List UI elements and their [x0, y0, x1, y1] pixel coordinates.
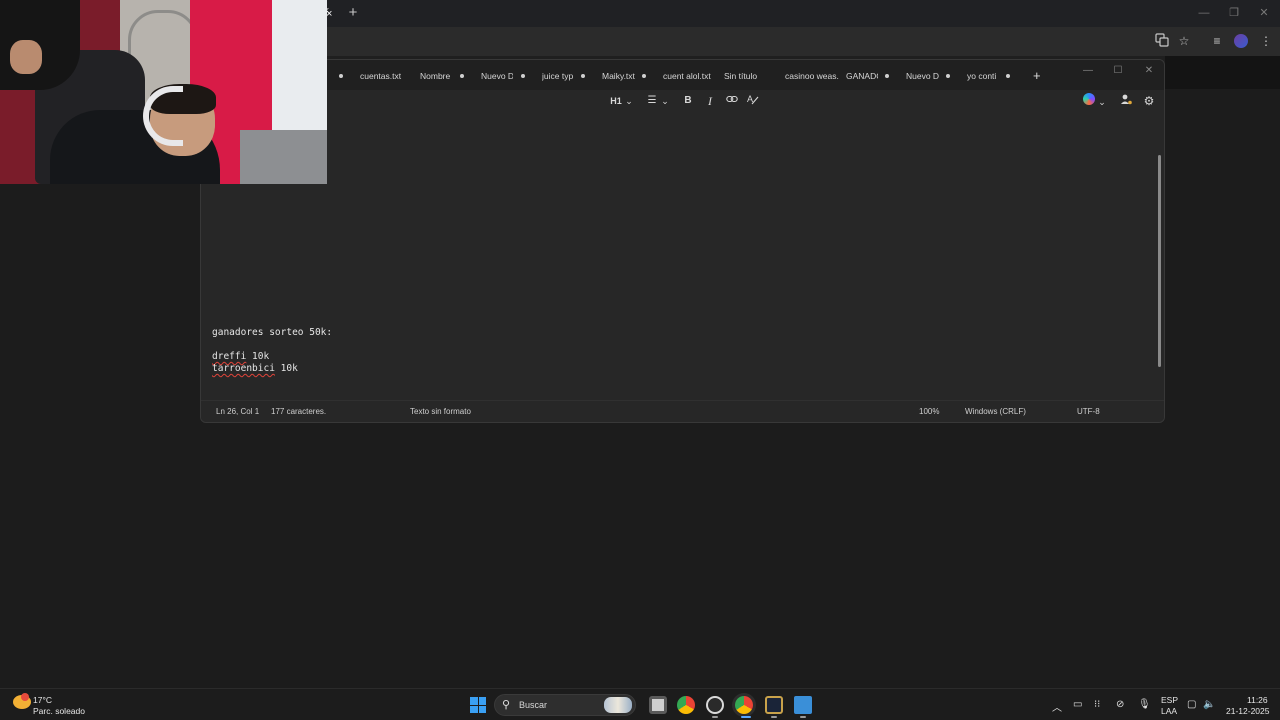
running-indicator: [800, 716, 806, 718]
webcam-overlay: [0, 0, 327, 184]
tab-nuevo-2[interactable]: Nuevo D: [906, 68, 939, 84]
text-line: dreffi 10k: [212, 351, 269, 362]
notepad-maximize-button[interactable]: ☐: [1111, 64, 1125, 78]
copilot-icon[interactable]: [1083, 93, 1095, 105]
unsaved-dot: [339, 74, 343, 78]
microphone-icon[interactable]: 🎙: [1138, 699, 1151, 710]
tab-yo-conti[interactable]: yo conti: [967, 68, 1000, 84]
browser-maximize-button[interactable]: ❐: [1227, 6, 1241, 20]
webcam-hand: [10, 40, 42, 74]
chrome-icon[interactable]: [677, 696, 695, 714]
tab-nuevo-1[interactable]: Nuevo D: [481, 68, 513, 84]
tab-nombre[interactable]: Nombre: [420, 68, 454, 84]
browser-minimize-button[interactable]: —: [1197, 6, 1211, 20]
unsaved-dot: [885, 74, 889, 78]
search-label: Buscar: [519, 700, 548, 710]
tab-maiky[interactable]: Maiky.txt: [602, 68, 636, 84]
unsaved-dot: [460, 74, 464, 78]
keyboard-layout[interactable]: LAA: [1161, 706, 1177, 716]
unsaved-dot: [642, 74, 646, 78]
weather-badge: [21, 693, 29, 701]
new-tab-button[interactable]: +: [345, 4, 361, 22]
clear-formatting-icon[interactable]: A: [746, 93, 760, 109]
text-editor[interactable]: ganadores sorteo 50k: dreffi 10k tarroen…: [201, 114, 1164, 399]
cursor-position: Ln 26, Col 1: [216, 407, 260, 416]
apps-grid-icon[interactable]: ⁝⁝: [1094, 699, 1100, 710]
temperature[interactable]: 17°C: [33, 695, 52, 705]
text-line: tarroenbici 10k: [212, 363, 298, 374]
svg-text:A: A: [747, 94, 753, 104]
unsaved-dot: [1006, 74, 1010, 78]
notepad-window: cuentas.txt Nombre Nuevo D juice typ Mai…: [200, 59, 1165, 423]
status-bar: Ln 26, Col 1 177 caracteres. Texto sin f…: [201, 400, 1164, 422]
copilot-chevron-icon[interactable]: ⌄: [1097, 94, 1107, 110]
notepad-taskbar-icon[interactable]: [794, 696, 812, 714]
bookmark-star-icon[interactable]: ☆: [1176, 33, 1192, 49]
device-icon[interactable]: ▭: [1073, 699, 1082, 710]
league-client-icon[interactable]: [765, 696, 783, 714]
amount-text: 10k: [274, 363, 298, 374]
line-endings[interactable]: Windows (CRLF): [965, 407, 1026, 416]
taskbar-search[interactable]: ⚲ Buscar: [494, 694, 636, 716]
weather-condition[interactable]: Parc. soleado: [33, 706, 85, 716]
heading-button[interactable]: H1: [609, 93, 623, 109]
unsaved-dot: [581, 74, 585, 78]
tab-casinoo[interactable]: casinoo weas.t: [785, 68, 839, 84]
amount-text: 10k: [246, 351, 270, 362]
running-indicator: [712, 716, 718, 718]
text-line: ganadores sorteo 50k:: [212, 327, 333, 338]
profile-avatar[interactable]: [1234, 34, 1248, 48]
notepad-minimize-button[interactable]: —: [1081, 64, 1095, 78]
taskbar: 17°C Parc. soleado ⚲ Buscar ︿ ▭ ⁝⁝ ⊘ 🎙 E…: [0, 688, 1280, 720]
link-icon[interactable]: [725, 93, 739, 109]
media-control-icon[interactable]: ≡: [1209, 33, 1225, 49]
chrome-active-icon[interactable]: [735, 696, 753, 714]
clock-time[interactable]: 11:26: [1247, 695, 1268, 705]
task-view-icon[interactable]: [649, 696, 667, 714]
encoding[interactable]: UTF-8: [1077, 407, 1100, 416]
bold-button[interactable]: B: [682, 93, 694, 109]
tab-juice[interactable]: juice typ: [542, 68, 575, 84]
zoom-level[interactable]: 100%: [919, 407, 939, 416]
vertical-scrollbar[interactable]: [1158, 155, 1161, 367]
volume-icon[interactable]: 🔈: [1203, 699, 1215, 710]
add-tab-button[interactable]: +: [1033, 69, 1041, 83]
clock-date[interactable]: 21-12-2025: [1226, 706, 1269, 716]
heading-chevron-icon[interactable]: ⌄: [624, 93, 634, 109]
translate-icon[interactable]: [1154, 33, 1170, 49]
webcam-close-icon[interactable]: ×: [326, 8, 332, 20]
obs-icon[interactable]: [706, 696, 724, 714]
notepad-format-toolbar: H1 ⌄ ☰ ⌄ B I A: [201, 90, 1164, 114]
misspelled-word: tarroenbici: [212, 363, 275, 374]
browser-close-button[interactable]: ✕: [1257, 6, 1271, 20]
list-icon[interactable]: ☰: [646, 93, 658, 109]
language-code[interactable]: ESP: [1161, 695, 1178, 705]
tab-cuentas[interactable]: cuentas.txt: [360, 68, 420, 84]
start-button[interactable]: [470, 697, 486, 713]
network-off-icon[interactable]: ⊘: [1116, 699, 1124, 710]
account-icon[interactable]: [1119, 93, 1133, 109]
italic-button[interactable]: I: [704, 93, 716, 109]
active-indicator: [741, 716, 751, 718]
webcam-floor: [240, 130, 327, 184]
unsaved-dot: [521, 74, 525, 78]
unsaved-dot: [946, 74, 950, 78]
settings-gear-icon[interactable]: ⚙: [1142, 93, 1156, 109]
character-count: 177 caracteres.: [271, 407, 327, 416]
search-icon: ⚲: [502, 699, 511, 711]
display-icon[interactable]: ▢: [1187, 699, 1196, 710]
misspelled-word: dreffi: [212, 351, 247, 362]
list-chevron-icon[interactable]: ⌄: [660, 93, 670, 109]
show-hidden-icons-chevron-icon[interactable]: ︿: [1052, 699, 1062, 714]
tab-ganadores[interactable]: GANADC: [846, 68, 878, 84]
search-highlight-image: [604, 697, 632, 713]
format-mode[interactable]: Texto sin formato: [410, 407, 471, 416]
browser-menu-icon[interactable]: ⋮: [1258, 33, 1274, 49]
notepad-close-button[interactable]: ✕: [1142, 64, 1156, 78]
running-indicator: [771, 716, 777, 718]
tab-cuent-alol[interactable]: cuent alol.txt: [663, 68, 723, 84]
tab-sin-titulo[interactable]: Sin título: [724, 68, 772, 84]
notepad-tabbar: cuentas.txt Nombre Nuevo D juice typ Mai…: [201, 60, 1164, 90]
